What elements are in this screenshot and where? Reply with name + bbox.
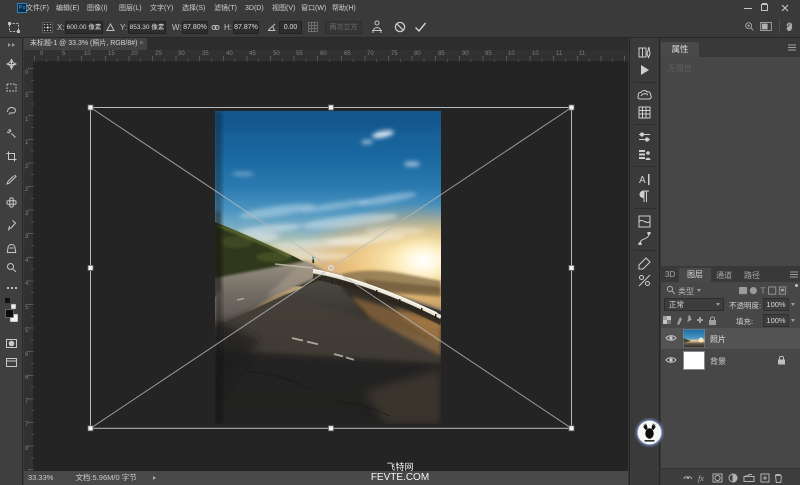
svg-text:A: A [639, 175, 646, 186]
svg-text:fx: fx [698, 474, 704, 483]
svg-text:T: T [761, 287, 766, 296]
